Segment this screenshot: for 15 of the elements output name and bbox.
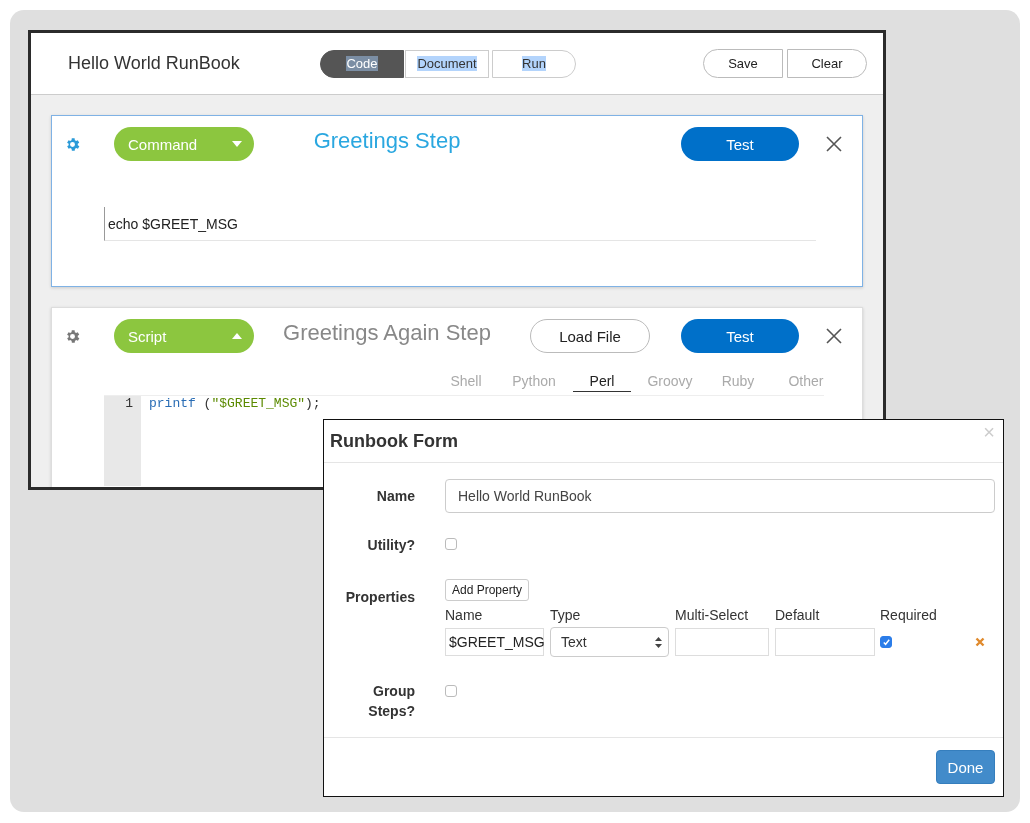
- field-label: Group Steps?: [367, 682, 415, 721]
- field-label: Utility?: [366, 536, 415, 555]
- line-number: 1: [124, 396, 134, 411]
- field-label: Name: [375, 487, 415, 506]
- column-header: Name: [445, 607, 484, 625]
- field-label: Properties: [344, 588, 415, 607]
- runbook-title: Hello World RunBook: [68, 53, 241, 74]
- dialog-title: Runbook Form: [330, 430, 459, 452]
- code-line: printf ("$GREET_MSG");: [149, 396, 321, 411]
- column-header: Type: [550, 607, 582, 625]
- step-title: Greetings Step: [312, 128, 462, 154]
- step-title: Greetings Again Step: [282, 320, 492, 346]
- column-header: Required: [880, 607, 938, 625]
- column-header: Default: [775, 607, 821, 625]
- column-header: Multi-Select: [675, 607, 750, 625]
